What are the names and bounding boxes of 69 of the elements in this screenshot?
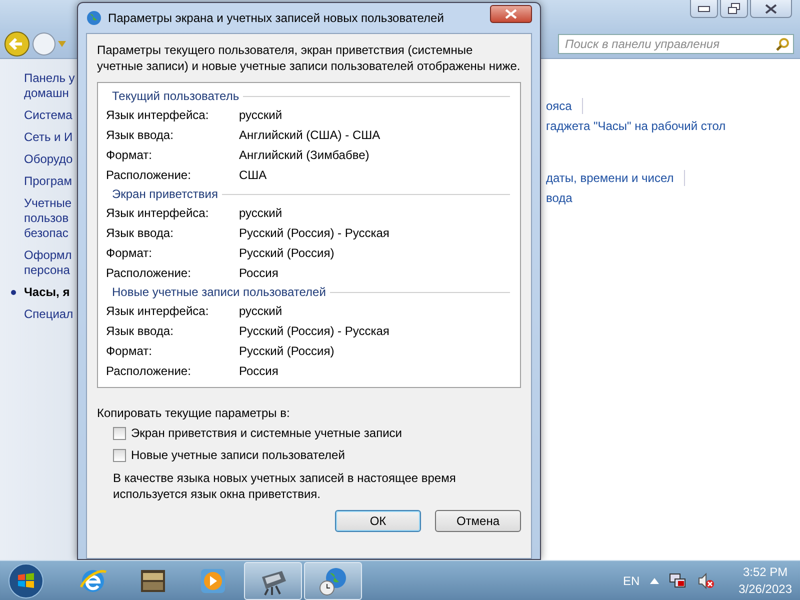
- sidebar-link[interactable]: Часы, я: [24, 285, 70, 300]
- section-heading: Экран приветствия: [112, 187, 218, 201]
- close-icon: [765, 4, 777, 14]
- copy-label: Копировать текущие параметры в:: [97, 406, 291, 420]
- setting-label: Расположение:: [106, 364, 192, 378]
- sidebar-link[interactable]: Учетные пользов безопас: [24, 196, 72, 241]
- setting-label: Язык ввода:: [106, 324, 174, 338]
- taskbar-button[interactable]: [244, 562, 302, 600]
- forward-button[interactable]: [32, 32, 56, 56]
- settings-link[interactable]: вода: [546, 191, 572, 205]
- close-icon: [505, 9, 517, 19]
- checkbox-label[interactable]: Новые учетные записи пользователей: [131, 448, 345, 462]
- setting-label: Язык интерфейса:: [106, 206, 210, 220]
- setting-label: Язык ввода:: [106, 128, 174, 142]
- setting-value: Россия: [239, 266, 278, 280]
- setting-value: Английский (Зимбабве): [239, 148, 370, 162]
- setting-value: Россия: [239, 364, 278, 378]
- search-field[interactable]: Поиск в панели управления: [558, 34, 794, 54]
- close-button[interactable]: [490, 5, 532, 23]
- setting-label: Формат:: [106, 148, 153, 162]
- minimize-icon: [698, 6, 710, 12]
- settings-link[interactable]: даты, времени и чисел: [546, 170, 685, 186]
- sidebar-link[interactable]: Сеть и И: [24, 130, 73, 145]
- note-text: В качестве языка новых учетных записей в настоящее время используется язык окна приветствия.: [113, 470, 457, 502]
- sidebar-link[interactable]: Оформл персона: [24, 248, 72, 278]
- minimize-button[interactable]: [690, 0, 718, 18]
- setting-value: русский: [239, 206, 282, 220]
- checkbox[interactable]: [113, 426, 126, 440]
- cancel-button[interactable]: Отмена: [435, 510, 521, 532]
- setting-value: Русский (Россия): [239, 246, 334, 260]
- settings-link[interactable]: ояса: [546, 98, 583, 114]
- setting-value: Английский (США) - США: [239, 128, 380, 142]
- setting-label: Формат:: [106, 246, 153, 260]
- checkbox[interactable]: [113, 448, 126, 462]
- intro-text: Параметры текущего пользователя, экран приветствия (системные учетные записи) и новые учетные записи пользователей отображены ниже.: [97, 42, 521, 74]
- sidebar-link[interactable]: Оборудо: [24, 152, 73, 167]
- setting-value: русский: [239, 304, 282, 318]
- search-icon: [776, 38, 789, 50]
- checkbox-label[interactable]: Экран приветствия и системные учетные записи: [131, 426, 402, 440]
- back-button[interactable]: [4, 31, 30, 57]
- setting-value: Русский (Россия) - Русская: [239, 324, 390, 338]
- setting-label: Расположение:: [106, 168, 192, 182]
- section-heading: Новые учетные записи пользователей: [112, 285, 326, 299]
- network-icon[interactable]: [668, 572, 687, 590]
- setting-label: Язык ввода:: [106, 226, 174, 240]
- setting-value: русский: [239, 108, 282, 122]
- close-button[interactable]: [750, 0, 792, 18]
- bullet-icon: [11, 290, 16, 295]
- globe-icon: [86, 10, 102, 26]
- sidebar-link[interactable]: Панель у домашн: [24, 71, 75, 101]
- section-heading: Текущий пользователь: [112, 89, 240, 103]
- setting-value: Русский (Россия) - Русская: [239, 226, 390, 240]
- sidebar-link[interactable]: Специал: [24, 307, 74, 322]
- ok-button[interactable]: ОК: [335, 510, 421, 532]
- restore-icon: [728, 3, 740, 14]
- setting-value: США: [239, 168, 267, 182]
- setting-label: Расположение:: [106, 266, 192, 280]
- muted-speaker-icon[interactable]: [696, 572, 715, 590]
- sidebar-link[interactable]: Програм: [24, 174, 72, 189]
- sidebar-link[interactable]: Система: [24, 108, 72, 123]
- settings-link[interactable]: гаджета "Часы" на рабочий стол: [546, 119, 726, 133]
- setting-label: Язык интерфейса:: [106, 304, 210, 318]
- setting-label: Язык интерфейса:: [106, 108, 210, 122]
- caret-icon[interactable]: [650, 578, 659, 584]
- taskbar-button[interactable]: [304, 562, 362, 600]
- setting-label: Формат:: [106, 344, 153, 358]
- restore-button[interactable]: [720, 0, 748, 18]
- dialog-title: Параметры экрана и учетных записей новых пользователей: [108, 11, 444, 25]
- setting-value: Русский (Россия): [239, 344, 334, 358]
